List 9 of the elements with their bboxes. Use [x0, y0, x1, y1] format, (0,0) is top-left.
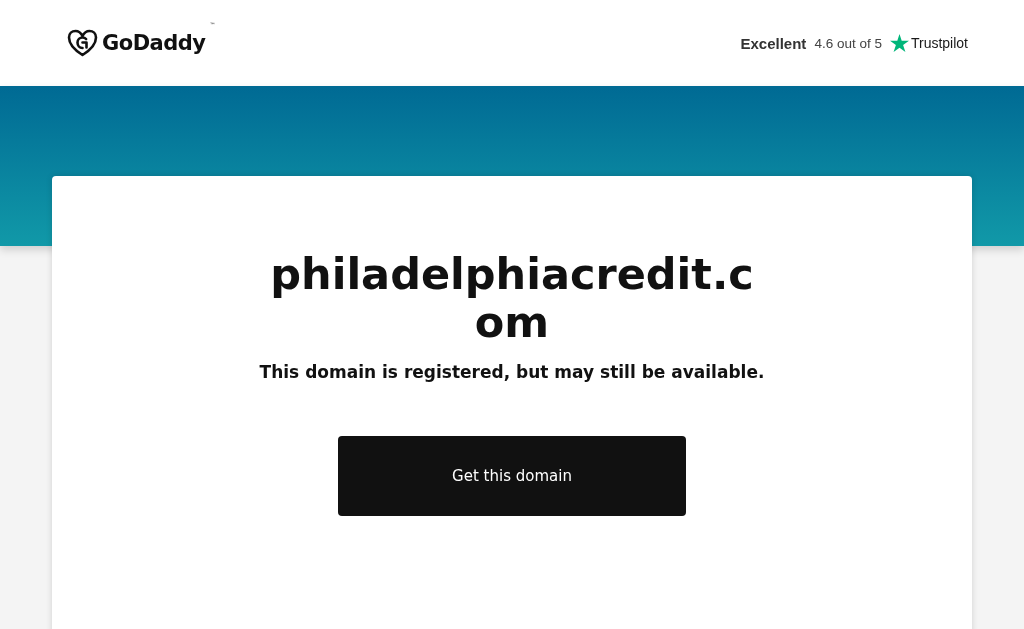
rating-label: Excellent — [740, 34, 807, 52]
availability-message: This domain is registered, but may still be available. — [259, 362, 765, 382]
get-domain-button[interactable]: Get this domain — [338, 436, 686, 516]
trustpilot-wordmark[interactable]: Trustpilot — [910, 35, 968, 51]
rating-score: 4.6 out of 5 — [814, 35, 882, 51]
logo-text[interactable]: GoDaddy — [102, 31, 206, 55]
heart-logo-icon — [67, 29, 98, 57]
domain-title: philadelphiacredit.com — [269, 250, 755, 346]
star-icon — [889, 34, 909, 52]
